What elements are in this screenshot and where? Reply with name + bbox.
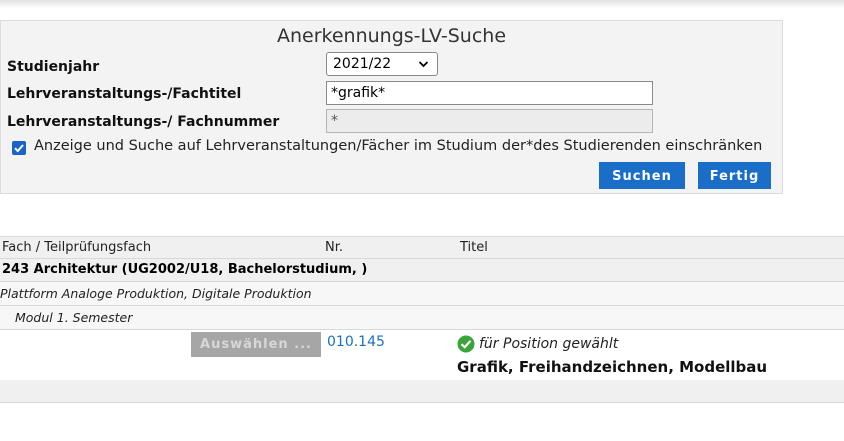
study-year-value: 2021/22	[333, 56, 392, 72]
module-label: Modul 1. Semester	[15, 310, 133, 325]
page-title: Anerkennungs-LV-Suche	[276, 25, 507, 47]
restrict-checkbox-label[interactable]: Anzeige und Suche auf Lehrveranstaltunge…	[34, 138, 762, 154]
study-year-select[interactable]: 2021/22	[326, 52, 438, 76]
search-panel: Anerkennungs-LV-Suche Studienjahr 2021/2…	[0, 20, 783, 194]
group-label: 243 Architektur (UG2002/U18, Bachelorstu…	[2, 262, 368, 277]
table-row: Auswählen ... 010.145 für Position gewäh…	[0, 330, 844, 380]
column-header-title: Titel	[460, 240, 488, 255]
course-title-label: Lehrveranstaltungs-/Fachtitel	[7, 86, 242, 102]
table-header: Fach / Teilprüfungsfach Nr. Titel	[0, 236, 844, 259]
top-shadow	[0, 0, 844, 8]
status-text: für Position gewählt	[479, 336, 619, 352]
done-button[interactable]: Fertig	[698, 162, 771, 189]
column-header-subject: Fach / Teilprüfungsfach	[2, 240, 152, 255]
green-check-icon	[457, 335, 475, 357]
table-footer-row	[0, 380, 844, 403]
subgroup-label: Plattform Analoge Produktion, Digitale P…	[0, 286, 312, 301]
course-title-input[interactable]	[326, 81, 653, 105]
course-number-label: Lehrveranstaltungs-/ Fachnummer	[7, 114, 280, 130]
group-row: 243 Architektur (UG2002/U18, Bachelorstu…	[0, 259, 844, 282]
course-number-link[interactable]: 010.145	[327, 334, 385, 350]
subgroup-row: Plattform Analoge Produktion, Digitale P…	[0, 282, 844, 306]
study-year-label: Studienjahr	[7, 59, 100, 75]
restrict-checkbox[interactable]	[12, 141, 26, 155]
column-header-number: Nr.	[325, 240, 344, 255]
checkbox-checked-icon	[14, 144, 24, 153]
chevron-down-icon	[418, 53, 429, 83]
search-button[interactable]: Suchen	[599, 162, 685, 189]
course-title: Grafik, Freihandzeichnen, Modellbau	[457, 358, 768, 376]
module-row: Modul 1. Semester	[0, 306, 844, 330]
select-button: Auswählen ...	[191, 332, 321, 357]
course-number-input	[326, 109, 653, 133]
